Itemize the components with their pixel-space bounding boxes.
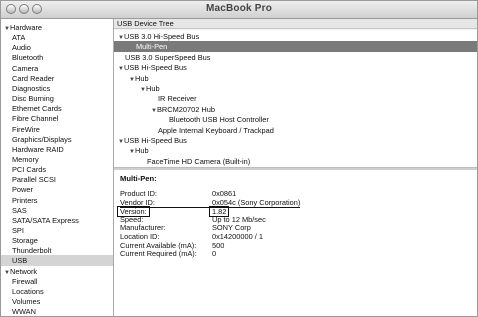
- sidebar-item-label: Storage: [12, 236, 38, 246]
- tree-row-usb-hi-speed-bus[interactable]: ▼USB Hi-Speed Bus: [114, 62, 477, 73]
- sidebar-item-label: Thunderbolt: [12, 246, 52, 256]
- tree-row-usb-3-0-superspeed-bus[interactable]: USB 3.0 SuperSpeed Bus: [114, 52, 477, 63]
- tree-row-bluetooth-usb-host-controller[interactable]: Bluetooth USB Host Controller: [114, 114, 477, 125]
- tree-row-label: USB Hi-Speed Bus: [124, 136, 187, 145]
- tree-row-label: BRCM20702 Hub: [157, 104, 215, 114]
- sidebar-item-label: WWAN: [12, 307, 36, 317]
- tree-row-hub[interactable]: ▼Hub: [114, 83, 477, 94]
- sidebar-item-label: Parallel SCSI: [12, 175, 56, 185]
- sidebar-item-label: Memory: [12, 154, 39, 164]
- tree-row-brcm20702-hub[interactable]: ▼BRCM20702 Hub: [114, 104, 477, 115]
- title-bar[interactable]: MacBook Pro: [1, 1, 477, 19]
- tree-row-ir-receiver[interactable]: IR Receiver: [114, 93, 477, 104]
- sidebar-item-label: USB: [12, 256, 28, 266]
- tree-row-label: IR Receiver: [158, 94, 197, 104]
- sidebar-item-label: Volumes: [12, 297, 41, 307]
- tree-row-apple-internal-keyboard-trackpad[interactable]: Apple Internal Keyboard / Trackpad: [114, 125, 477, 136]
- tree-row-label: Bluetooth USB Host Controller: [169, 115, 269, 125]
- tree-row-facetime-hd-camera-built-in[interactable]: FaceTime HD Camera (Built-in): [114, 156, 477, 167]
- sidebar-item-label: Audio: [12, 43, 31, 53]
- device-details-pane: Multi-Pen: Product ID: 0x0861 Vendor ID: 0x…: [114, 170, 477, 316]
- system-information-window: MacBook Pro ▼Hardware ATA Audio Bluetooth Ca…: [0, 0, 478, 317]
- sidebar[interactable]: ▼Hardware ATA Audio Bluetooth Camera Card Rea…: [1, 19, 114, 317]
- sidebar-item-wwan[interactable]: WWAN: [1, 306, 113, 317]
- sidebar-item-label: Hardware RAID: [12, 144, 64, 154]
- tree-row-usb-hi-speed-bus[interactable]: ▼USB Hi-Speed Bus: [114, 135, 477, 146]
- sidebar-item-label: Graphics/Displays: [12, 134, 72, 144]
- tree-row-hub[interactable]: ▼Hub: [114, 145, 477, 156]
- sidebar-item-label: Power: [12, 185, 33, 195]
- tree-row-label: Hub: [146, 84, 160, 93]
- tree-row-label: Apple Internal Keyboard / Trackpad: [158, 125, 274, 135]
- tree-row-label: Hub: [135, 73, 149, 83]
- tree-row-label: FaceTime HD Camera (Built-in): [147, 156, 251, 166]
- device-details-title: Multi-Pen:: [120, 174, 157, 183]
- tree-row-label: USB 3.0 Hi-Speed Bus: [124, 32, 200, 41]
- sidebar-item-label: Card Reader: [12, 73, 55, 83]
- usb-device-tree[interactable]: ▼USB 3.0 Hi-Speed Bus Multi-Pen USB 3.0 Su…: [114, 30, 477, 167]
- sidebar-item-label: Camera: [12, 63, 39, 73]
- sidebar-item-label: Fibre Channel: [12, 114, 59, 124]
- property-label: Current Required (mA):: [120, 249, 197, 259]
- usb-device-tree-header: USB Device Tree: [114, 19, 477, 29]
- sidebar-item-label: Firewall: [12, 276, 38, 286]
- sidebar-item-label: Bluetooth: [12, 53, 44, 63]
- tree-row-label: Multi-Pen: [136, 42, 168, 52]
- sidebar-item-label: Ethernet Cards: [12, 104, 62, 114]
- window-title: MacBook Pro: [205, 3, 273, 14]
- tree-row-hub[interactable]: ▼Hub: [114, 73, 477, 84]
- sidebar-item-label: Diagnostics: [12, 83, 51, 93]
- sidebar-item-label: Printers: [12, 195, 38, 205]
- tree-row-label: USB 3.0 SuperSpeed Bus: [125, 52, 211, 62]
- property-current-required-ma: Current Required (mA): 0: [120, 249, 460, 258]
- sidebar-item-label: ATA: [12, 33, 26, 43]
- sidebar-item-label: Network: [10, 266, 38, 276]
- sidebar-item-label: Locations: [12, 286, 44, 296]
- sidebar-item-label: Disc Burning: [12, 94, 54, 104]
- tree-row-usb-3-0-hi-speed-bus[interactable]: ▼USB 3.0 Hi-Speed Bus: [114, 31, 477, 42]
- sidebar-item-label: Hardware: [10, 23, 43, 32]
- tree-row-label: Hub: [135, 146, 149, 156]
- tree-row-multi-pen[interactable]: Multi-Pen: [114, 41, 477, 53]
- sidebar-item-label: SPI: [12, 226, 24, 235]
- tree-row-label: USB Hi-Speed Bus: [124, 63, 187, 73]
- sidebar-item-label: SATA/SATA Express: [12, 215, 79, 225]
- sidebar-item-label: FireWire: [12, 124, 40, 134]
- sidebar-item-label: SAS: [12, 205, 27, 215]
- sidebar-item-label: PCI Cards: [12, 165, 47, 175]
- property-value: 0: [212, 249, 217, 259]
